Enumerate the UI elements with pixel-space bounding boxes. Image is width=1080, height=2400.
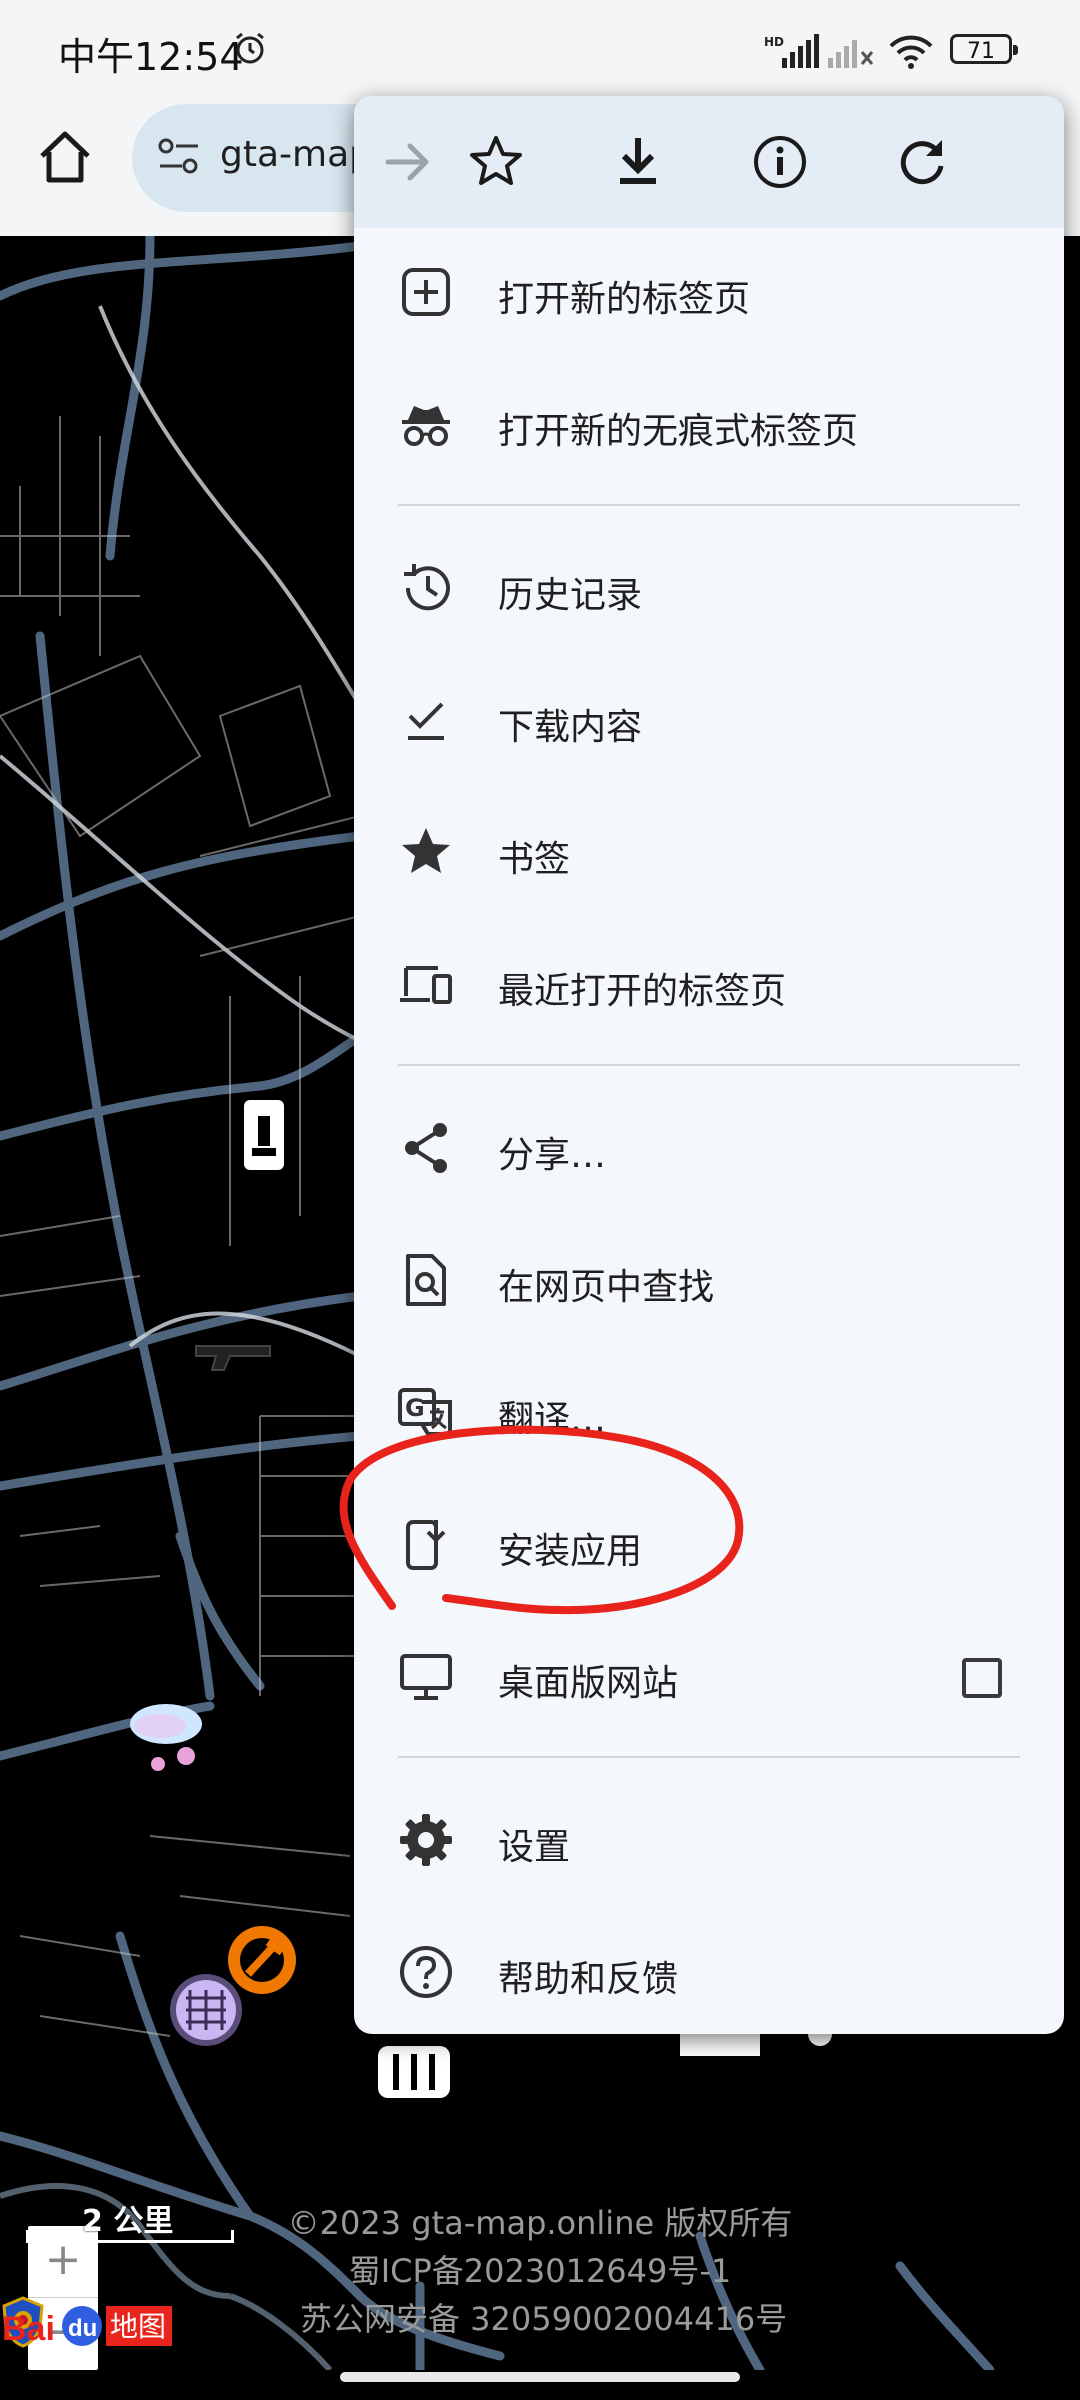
url-text: gta-map [220, 134, 372, 175]
menu-item-downloads[interactable]: 下载内容 [354, 654, 1064, 786]
svg-text:HD: HD [764, 35, 784, 49]
menu-item-new-tab[interactable]: 打开新的标签页 [354, 226, 1064, 358]
incognito-icon [402, 406, 450, 446]
share-icon [405, 1123, 447, 1173]
map-marker-car[interactable] [244, 1100, 284, 1170]
refresh-icon[interactable] [892, 132, 952, 192]
forward-icon[interactable] [378, 132, 438, 192]
history-icon [404, 564, 450, 611]
svg-text:Bai: Bai [2, 2310, 55, 2348]
menu-item-translate[interactable]: G 翻译… [354, 1346, 1064, 1478]
menu-item-label: 最近打开的标签页 [498, 971, 787, 1012]
menu-item-find-in-page[interactable]: 在网页中查找 [354, 1214, 1064, 1346]
info-icon[interactable] [750, 132, 810, 192]
menu-item-install-app[interactable]: 安装应用 [354, 1478, 1064, 1610]
menu-item-label: 帮助和反馈 [498, 1959, 679, 2000]
downloads-check-icon [408, 702, 444, 740]
menu-item-desktop-site[interactable]: 桌面版网站 [354, 1610, 1064, 1742]
svg-text:G: G [405, 1394, 425, 1422]
menu-item-label: 翻译… [498, 1399, 607, 1440]
menu-item-label: 安装应用 [498, 1531, 643, 1572]
battery-indicator: 71 [950, 34, 1018, 64]
copyright-line-3[interactable]: 苏公网安备 32059002004416号 [300, 2294, 860, 2340]
no-signal-icon [828, 40, 874, 68]
map-marker-weapon[interactable] [195, 1345, 271, 1371]
desktop-icon [400, 1654, 452, 1700]
menu-item-label: 分享… [498, 1135, 607, 1176]
svg-text:du: du [68, 2315, 97, 2342]
copyright-line-2[interactable]: 蜀ICP备2023012649号-1 [200, 2246, 880, 2292]
desktop-site-checkbox[interactable] [962, 1658, 1002, 1698]
map-marker-striped[interactable] [378, 2046, 450, 2098]
menu-item-help-feedback[interactable]: 帮助和反馈 [354, 1906, 1064, 2034]
menu-item-share[interactable]: 分享… [354, 1082, 1064, 1214]
svg-text:地图: 地图 [110, 2310, 166, 2343]
site-settings-icon[interactable] [156, 134, 202, 180]
wifi-icon [889, 35, 933, 69]
baidu-map-logo[interactable]: Bai du 地图 [0, 2300, 176, 2352]
menu-item-label: 在网页中查找 [498, 1267, 715, 1308]
gesture-handle[interactable] [340, 2372, 740, 2382]
menu-item-bookmarks[interactable]: 书签 [354, 786, 1064, 918]
recent-tabs-icon [400, 966, 452, 1004]
menu-item-settings[interactable]: 设置 [354, 1774, 1064, 1906]
menu-item-label: 下载内容 [498, 707, 643, 748]
menu-item-label: 设置 [498, 1827, 571, 1868]
menu-item-label: 书签 [498, 839, 571, 880]
copyright-line-1: ©2023 gta-map.online 版权所有 [287, 2204, 793, 2242]
signal-strength-icon: HD [764, 34, 819, 68]
menu-item-label: 打开新的无痕式标签页 [498, 411, 859, 452]
download-icon[interactable] [608, 132, 668, 192]
bookmark-star-icon[interactable] [466, 132, 526, 192]
star-icon [402, 828, 450, 873]
overflow-menu: 打开新的标签页 打开新的无痕式标签页 历史记录 下载内容 书签 最近打开的标签页… [354, 96, 1064, 2034]
help-icon [400, 1946, 452, 1998]
menu-item-history[interactable]: 历史记录 [354, 522, 1064, 654]
menu-item-label: 历史记录 [498, 575, 643, 616]
menu-action-bar [354, 96, 1064, 228]
status-bar: 中午12:54 HD 71 [0, 0, 1080, 100]
menu-item-label: 打开新的标签页 [498, 279, 751, 320]
translate-icon: G [398, 1388, 452, 1436]
home-icon[interactable] [34, 126, 96, 188]
find-in-page-icon [406, 1254, 446, 1306]
map-marker-wrench[interactable] [228, 1926, 296, 1994]
map-marker-cloud[interactable] [130, 1704, 202, 1771]
alarm-icon [236, 32, 264, 64]
menu-divider [398, 504, 1020, 506]
menu-item-recent-tabs[interactable]: 最近打开的标签页 [354, 918, 1064, 1050]
clock: 中午12:54 [58, 35, 244, 79]
menu-item-new-incognito-tab[interactable]: 打开新的无痕式标签页 [354, 358, 1064, 490]
menu-item-label: 桌面版网站 [498, 1663, 679, 1704]
install-app-icon [406, 1520, 446, 1570]
map-marker-grid[interactable] [170, 1974, 242, 2046]
settings-gear-icon [400, 1814, 452, 1866]
new-tab-icon [402, 268, 450, 316]
menu-divider [398, 1756, 1020, 1758]
menu-divider [398, 1064, 1020, 1066]
